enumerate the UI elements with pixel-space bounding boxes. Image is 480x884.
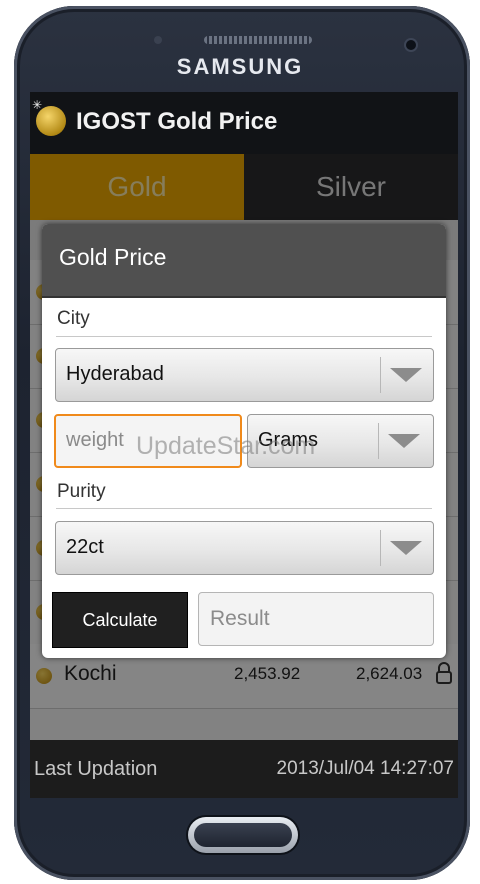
weight-placeholder: weight	[66, 429, 124, 451]
spinner-separator	[380, 357, 381, 393]
divider	[56, 508, 432, 509]
last-updation-label: Last Updation	[34, 758, 158, 780]
home-button[interactable]	[188, 817, 298, 853]
sparkle-icon: ✳	[32, 98, 43, 112]
gold-price-dialog: Gold Price City Hyderabad weight Grams U…	[42, 224, 446, 658]
purity-label: Purity	[57, 481, 106, 502]
city-spinner[interactable]: Hyderabad	[55, 348, 434, 402]
watermark: UpdateStar.com	[136, 432, 316, 460]
chevron-down-icon	[388, 434, 420, 448]
calculate-button[interactable]: Calculate	[52, 592, 188, 648]
app-title: IGOST Gold Price	[76, 108, 278, 135]
spinner-separator	[380, 530, 381, 566]
last-updation-timestamp: 2013/Jul/04 14:27:07	[276, 758, 455, 779]
front-camera	[406, 40, 416, 50]
dialog-title: Gold Price	[59, 244, 167, 270]
screen: ✳ IGOST Gold Price Gold Silver Kochi 2,4…	[30, 92, 458, 798]
dialog-header: Gold Price	[42, 224, 446, 298]
city-value: Hyderabad	[66, 363, 164, 385]
app-bar: ✳ IGOST Gold Price	[30, 92, 458, 154]
chevron-down-icon	[390, 541, 422, 555]
city-label: City	[57, 308, 90, 329]
status-footer: Last Updation 2013/Jul/04 14:27:07	[30, 740, 458, 798]
result-field[interactable]: Result	[198, 592, 434, 646]
device-brand: SAMSUNG	[176, 54, 304, 79]
result-placeholder: Result	[210, 607, 270, 630]
divider	[56, 336, 432, 337]
earpiece-speaker	[204, 36, 312, 44]
purity-spinner[interactable]: 22ct	[55, 521, 434, 575]
proximity-sensor	[154, 36, 162, 44]
chevron-down-icon	[390, 368, 422, 382]
spinner-separator	[378, 423, 379, 459]
purity-value: 22ct	[66, 536, 104, 558]
